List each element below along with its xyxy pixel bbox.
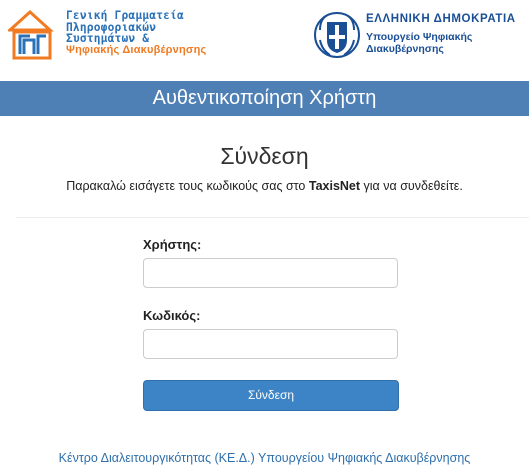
instructions-text-end: για να συνδεθείτε.: [360, 179, 463, 193]
password-label: Κωδικός:: [143, 308, 201, 323]
gsis-logo[interactable]: Γενική Γραμματεία Πληροφοριακών Συστημάτ…: [8, 10, 238, 62]
gsis-logo-text: Γενική Γραμματεία Πληροφοριακών Συστημάτ…: [66, 10, 206, 56]
interoperability-center-link[interactable]: Κέντρο Διαλειτουργικότητας (ΚΕ.Δ.) Υπουρ…: [0, 451, 529, 465]
gsis-line-4: Ψηφιακής Διακυβέρνησης: [66, 43, 207, 56]
ministry-name: Υπουργείο Ψηφιακής Διακυβέρνησης: [366, 31, 473, 55]
divider: [16, 217, 529, 218]
republic-title: ΕΛΛΗΝΙΚΗ ΔΗΜΟΚΡΑΤΙΑ: [366, 13, 516, 25]
instructions-text-start: Παρακαλώ εισάγετε τους κωδικούς σας στο: [66, 179, 309, 193]
government-logo[interactable]: ΕΛΛΗΝΙΚΗ ΔΗΜΟΚΡΑΤΙΑ Υπουργείο Ψηφιακής Δ…: [312, 10, 527, 62]
login-instructions: Παρακαλώ εισάγετε τους κωδικούς σας στο …: [0, 179, 529, 193]
page-title-bar: Αυθεντικοποίηση Χρήστη: [0, 81, 529, 116]
ministry-line-2: Διακυβέρνησης: [366, 42, 444, 55]
gsis-line-3: Συστημάτων &: [66, 32, 150, 45]
password-input[interactable]: [143, 329, 398, 359]
ministry-line-1: Υπουργείο Ψηφιακής: [366, 31, 473, 43]
gsis-emblem-icon: [8, 10, 54, 60]
login-heading: Σύνδεση: [220, 143, 309, 169]
greek-coat-of-arms-icon: [314, 12, 360, 58]
username-label: Χρήστης:: [143, 237, 202, 252]
gsis-line-1: Γενική Γραμματεία: [66, 9, 184, 22]
taxisnet-name: TaxisNet: [308, 179, 361, 193]
username-input[interactable]: [143, 258, 398, 288]
login-button[interactable]: Σύνδεση: [143, 380, 399, 411]
